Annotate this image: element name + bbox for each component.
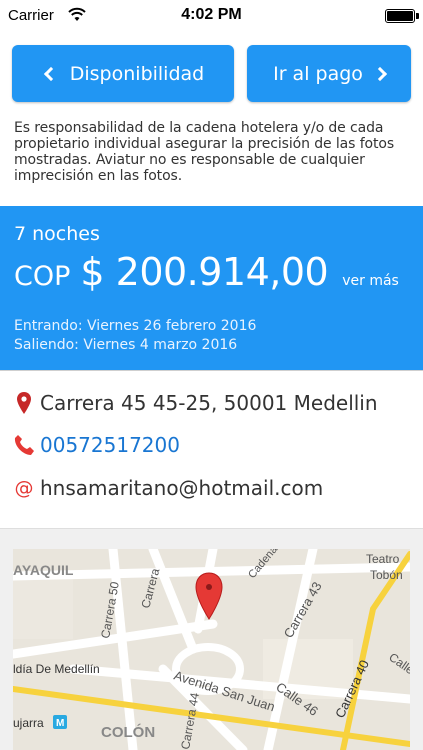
divider <box>0 370 423 371</box>
at-sign-icon: @ <box>14 477 34 499</box>
chevron-right-icon <box>372 66 387 81</box>
phone-row[interactable]: 00572517200 <box>14 433 180 457</box>
address-text: Carrera 45 45-25, 50001 Medellin <box>40 391 378 415</box>
price-amount: $ 200.914,00 <box>80 250 329 294</box>
check-in-date: Entrando: Viernes 26 febrero 2016 <box>14 318 257 334</box>
price-row: COP $ 200.914,00 ver más <box>14 250 399 294</box>
battery-tip <box>416 13 419 19</box>
location-map[interactable]: M AYAQUIL Carrera 50 Carrera Cadena Teat… <box>13 549 410 750</box>
payment-label: Ir al pago <box>273 62 363 85</box>
map-container: M AYAQUIL Carrera 50 Carrera Cadena Teat… <box>0 529 423 750</box>
photo-disclaimer: Es responsabilidad de la cadena hotelera… <box>14 120 395 184</box>
email-row[interactable]: @ hnsamaritano@hotmail.com <box>14 476 324 500</box>
availability-label: Disponibilidad <box>69 62 205 85</box>
chevron-left-icon <box>43 66 58 81</box>
phone-icon <box>14 434 34 456</box>
map-label: ldía De Medellín <box>13 662 100 676</box>
map-label: Teatro <box>366 552 400 566</box>
status-bar: Carrier 4:02 PM <box>0 0 423 34</box>
nights-count: 7 noches <box>14 223 100 245</box>
check-out-date: Saliendo: Viernes 4 marzo 2016 <box>14 337 238 353</box>
map-label: Tobón <box>370 568 403 582</box>
location-pin-icon <box>14 392 34 414</box>
map-label: ujarra <box>13 716 44 730</box>
map-label: AYAQUIL <box>13 562 74 578</box>
availability-button[interactable]: Disponibilidad <box>12 45 234 102</box>
see-more-link[interactable]: ver más <box>342 273 399 289</box>
nav-bar: Disponibilidad Ir al pago <box>0 34 423 114</box>
svg-text:M: M <box>56 718 64 729</box>
battery-icon <box>385 9 415 23</box>
go-to-payment-button[interactable]: Ir al pago <box>247 45 411 102</box>
phone-number-link[interactable]: 00572517200 <box>40 433 180 457</box>
clock: 4:02 PM <box>181 6 242 23</box>
stay-dates: Entrando: Viernes 26 febrero 2016 Salien… <box>14 317 256 355</box>
email-link[interactable]: hnsamaritano@hotmail.com <box>40 476 323 500</box>
map-canvas: M AYAQUIL Carrera 50 Carrera Cadena Teat… <box>13 549 410 750</box>
price-summary: 7 noches COP $ 200.914,00 ver más Entran… <box>0 206 423 370</box>
currency-code: COP <box>14 261 71 292</box>
map-label: COLÓN <box>101 723 155 741</box>
address-row: Carrera 45 45-25, 50001 Medellin <box>14 391 378 415</box>
